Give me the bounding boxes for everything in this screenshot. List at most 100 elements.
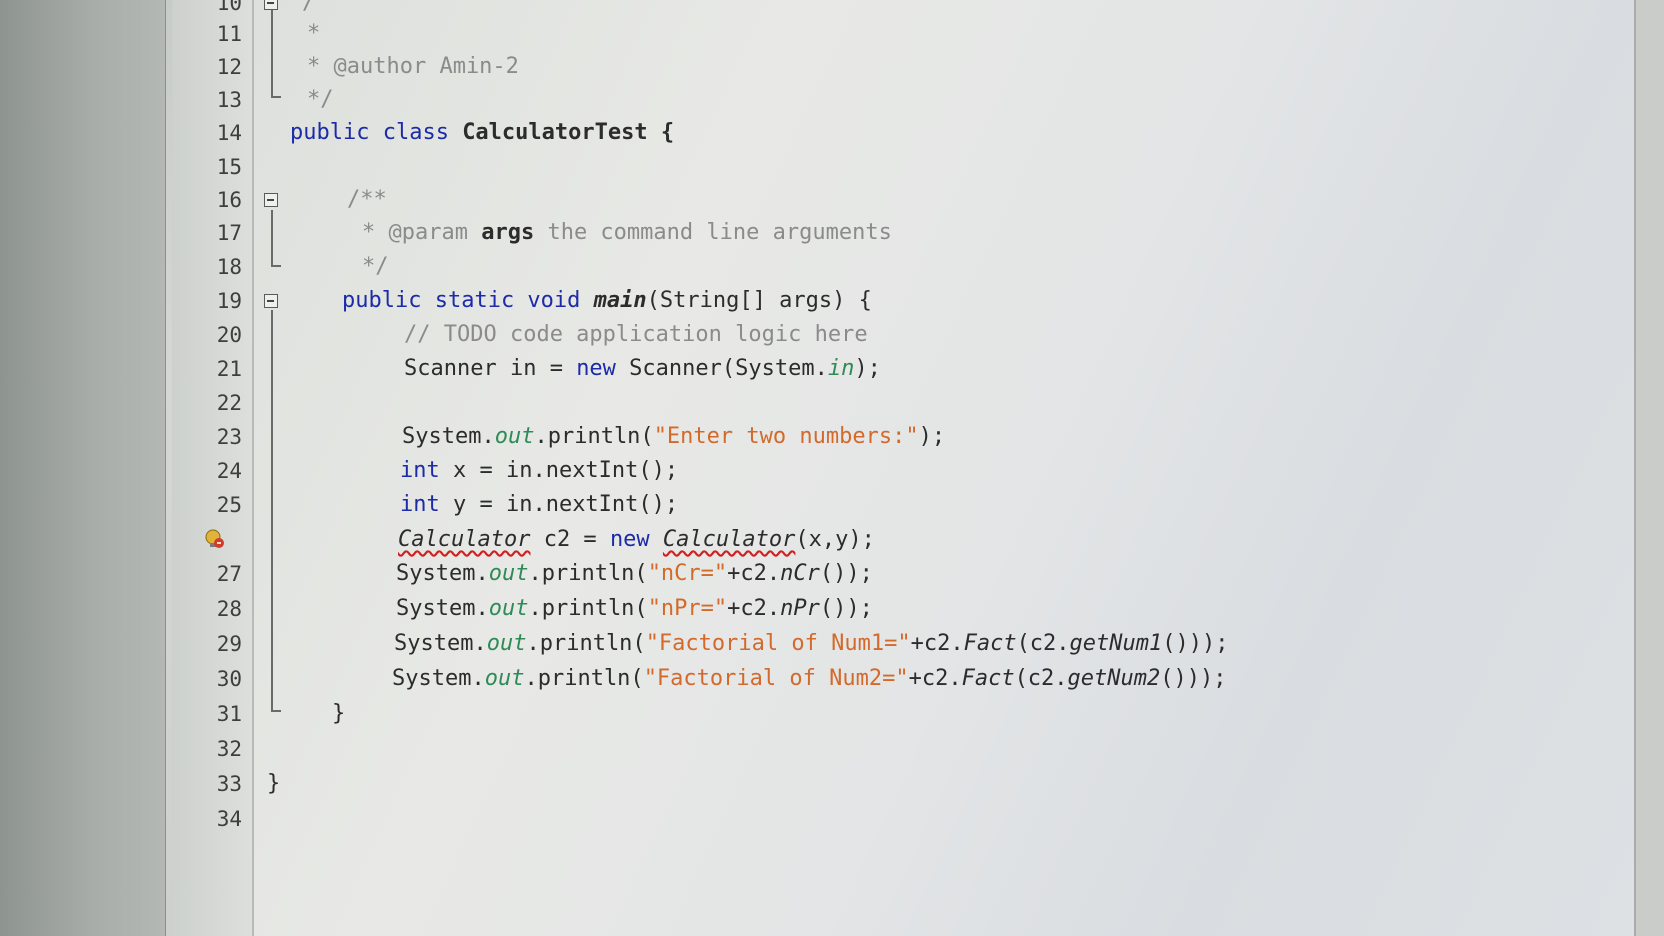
code-token: y = in.nextInt(); bbox=[452, 492, 679, 517]
line-number: 27 bbox=[216, 562, 242, 586]
code-text[interactable]: * @author Amin-2 bbox=[307, 50, 519, 84]
code-text[interactable]: } bbox=[332, 697, 345, 731]
code-text[interactable]: Calculator c2 = new Calculator(x,y); bbox=[398, 523, 875, 557]
code-token: */ bbox=[362, 254, 389, 279]
code-token: ); bbox=[854, 356, 881, 381]
code-token: +c2. bbox=[727, 561, 781, 586]
code-token: * @param bbox=[362, 220, 482, 245]
line-number: 15 bbox=[216, 155, 242, 179]
code-line[interactable]: 12 * @author Amin-2 bbox=[172, 50, 1632, 84]
code-lines[interactable]: 10/11 * 12 * @author Amin-2 13 */14 public cla… bbox=[172, 0, 1632, 936]
code-text[interactable]: */ bbox=[362, 250, 389, 284]
code-line[interactable]: 22 bbox=[172, 386, 1632, 420]
code-line[interactable]: 15 bbox=[172, 150, 1632, 184]
left-panel bbox=[0, 0, 166, 936]
code-text[interactable]: public static void main(String[] args) { bbox=[342, 284, 872, 318]
code-text[interactable]: } bbox=[267, 767, 280, 801]
code-line[interactable]: Calculator c2 = new Calculator(x,y); bbox=[172, 523, 1632, 557]
code-token: +c2. bbox=[908, 666, 962, 691]
code-token: out bbox=[486, 631, 527, 656]
line-number: 31 bbox=[216, 702, 242, 726]
code-line[interactable]: 16 /** bbox=[172, 183, 1632, 217]
fold-guide bbox=[271, 10, 273, 96]
code-text[interactable]: */ bbox=[307, 83, 334, 117]
code-line[interactable]: 17 * @param args the command line argumen… bbox=[172, 216, 1632, 250]
fold-guide bbox=[271, 310, 273, 710]
line-number: 21 bbox=[216, 357, 242, 381]
code-token: / bbox=[302, 0, 316, 15]
code-token: .println( bbox=[526, 631, 646, 656]
fold-guide-end bbox=[271, 265, 281, 267]
code-text[interactable]: Scanner in = new Scanner(System.in); bbox=[404, 352, 881, 386]
code-token: (x,y); bbox=[795, 527, 875, 552]
line-number: 12 bbox=[216, 55, 242, 79]
line-number: 30 bbox=[216, 667, 242, 691]
fold-toggle-icon[interactable] bbox=[264, 0, 278, 10]
code-text[interactable]: int y = in.nextInt(); bbox=[400, 488, 678, 522]
code-token: new bbox=[609, 527, 663, 552]
code-token: getNum2 bbox=[1067, 666, 1161, 691]
code-token: main bbox=[593, 288, 647, 313]
code-token: ())); bbox=[1160, 666, 1227, 691]
code-text[interactable]: System.out.println("Factorial of Num1="+… bbox=[394, 627, 1229, 661]
code-token: new bbox=[576, 356, 630, 381]
code-line[interactable]: 13 */ bbox=[172, 83, 1632, 117]
line-number: 13 bbox=[216, 88, 242, 112]
line-number: 14 bbox=[216, 121, 242, 145]
line-number: 17 bbox=[216, 221, 242, 245]
code-line[interactable]: 18 */ bbox=[172, 250, 1632, 284]
code-token: ()); bbox=[819, 596, 873, 621]
code-line[interactable]: 33} bbox=[172, 767, 1632, 801]
code-line[interactable]: 21 Scanner in = new Scanner(System.in); bbox=[172, 352, 1632, 386]
code-line[interactable]: 32 bbox=[172, 732, 1632, 766]
code-token: CalculatorTest { bbox=[462, 120, 675, 145]
code-line[interactable]: 20 // TODO code application logic here bbox=[172, 318, 1632, 352]
code-text[interactable]: System.out.println("nCr="+c2.nCr()); bbox=[396, 557, 873, 591]
code-line[interactable]: 14 public class CalculatorTest { bbox=[172, 116, 1632, 150]
code-text[interactable]: System.out.println("Factorial of Num2="+… bbox=[392, 662, 1227, 696]
code-text[interactable]: System.out.println("Enter two numbers:")… bbox=[402, 420, 945, 454]
code-token: Scanner in = bbox=[404, 356, 577, 381]
line-number: 16 bbox=[216, 188, 242, 212]
code-line[interactable]: 23 System.out.println("Enter two numbers:… bbox=[172, 420, 1632, 454]
code-text[interactable]: * bbox=[307, 17, 320, 51]
code-text[interactable]: // TODO code application logic here bbox=[404, 318, 868, 352]
code-text[interactable]: int x = in.nextInt(); bbox=[400, 454, 678, 488]
code-token: Fact bbox=[963, 631, 1017, 656]
code-token: System. bbox=[396, 596, 489, 621]
code-token: Scanner(System. bbox=[629, 356, 828, 381]
code-text[interactable]: public class CalculatorTest { bbox=[290, 116, 674, 150]
code-token: the command line arguments bbox=[534, 220, 892, 245]
fold-toggle-icon[interactable] bbox=[264, 294, 278, 308]
code-line[interactable]: 19 public static void main(String[] args)… bbox=[172, 284, 1632, 318]
code-text[interactable]: System.out.println("nPr="+c2.nPr()); bbox=[396, 592, 873, 626]
code-text[interactable]: /** bbox=[347, 183, 387, 217]
code-token: Fact bbox=[961, 666, 1015, 691]
code-token: System. bbox=[396, 561, 489, 586]
code-line[interactable]: 28 System.out.println("nPr="+c2.nPr()); bbox=[172, 592, 1632, 626]
code-token: int bbox=[400, 458, 453, 483]
code-token: int bbox=[400, 492, 453, 517]
code-line[interactable]: 30 System.out.println("Factorial of Num2=… bbox=[172, 662, 1632, 696]
code-line[interactable]: 34 bbox=[172, 802, 1632, 836]
code-token: "nPr=" bbox=[647, 596, 728, 621]
code-line[interactable]: 11 * bbox=[172, 17, 1632, 51]
code-line[interactable]: 25 int y = in.nextInt(); bbox=[172, 488, 1632, 522]
code-token: nPr bbox=[780, 596, 820, 621]
code-token: System. bbox=[392, 666, 485, 691]
code-token: out bbox=[488, 561, 529, 586]
fold-guide-end bbox=[271, 710, 281, 712]
code-line[interactable]: 31} bbox=[172, 697, 1632, 731]
error-bulb-icon[interactable] bbox=[204, 528, 224, 550]
code-token: nCr bbox=[780, 561, 820, 586]
code-token: "Enter two numbers:" bbox=[653, 424, 919, 449]
code-token: .println( bbox=[524, 666, 644, 691]
code-line[interactable]: 27 System.out.println("nCr="+c2.nCr()); bbox=[172, 557, 1632, 591]
code-token: ())); bbox=[1162, 631, 1229, 656]
code-token: ()); bbox=[819, 561, 873, 586]
code-line[interactable]: 24 int x = in.nextInt(); bbox=[172, 454, 1632, 488]
code-token: System. bbox=[402, 424, 495, 449]
fold-toggle-icon[interactable] bbox=[264, 193, 278, 207]
code-line[interactable]: 29 System.out.println("Factorial of Num1=… bbox=[172, 627, 1632, 661]
code-text[interactable]: * @param args the command line arguments bbox=[362, 216, 892, 250]
